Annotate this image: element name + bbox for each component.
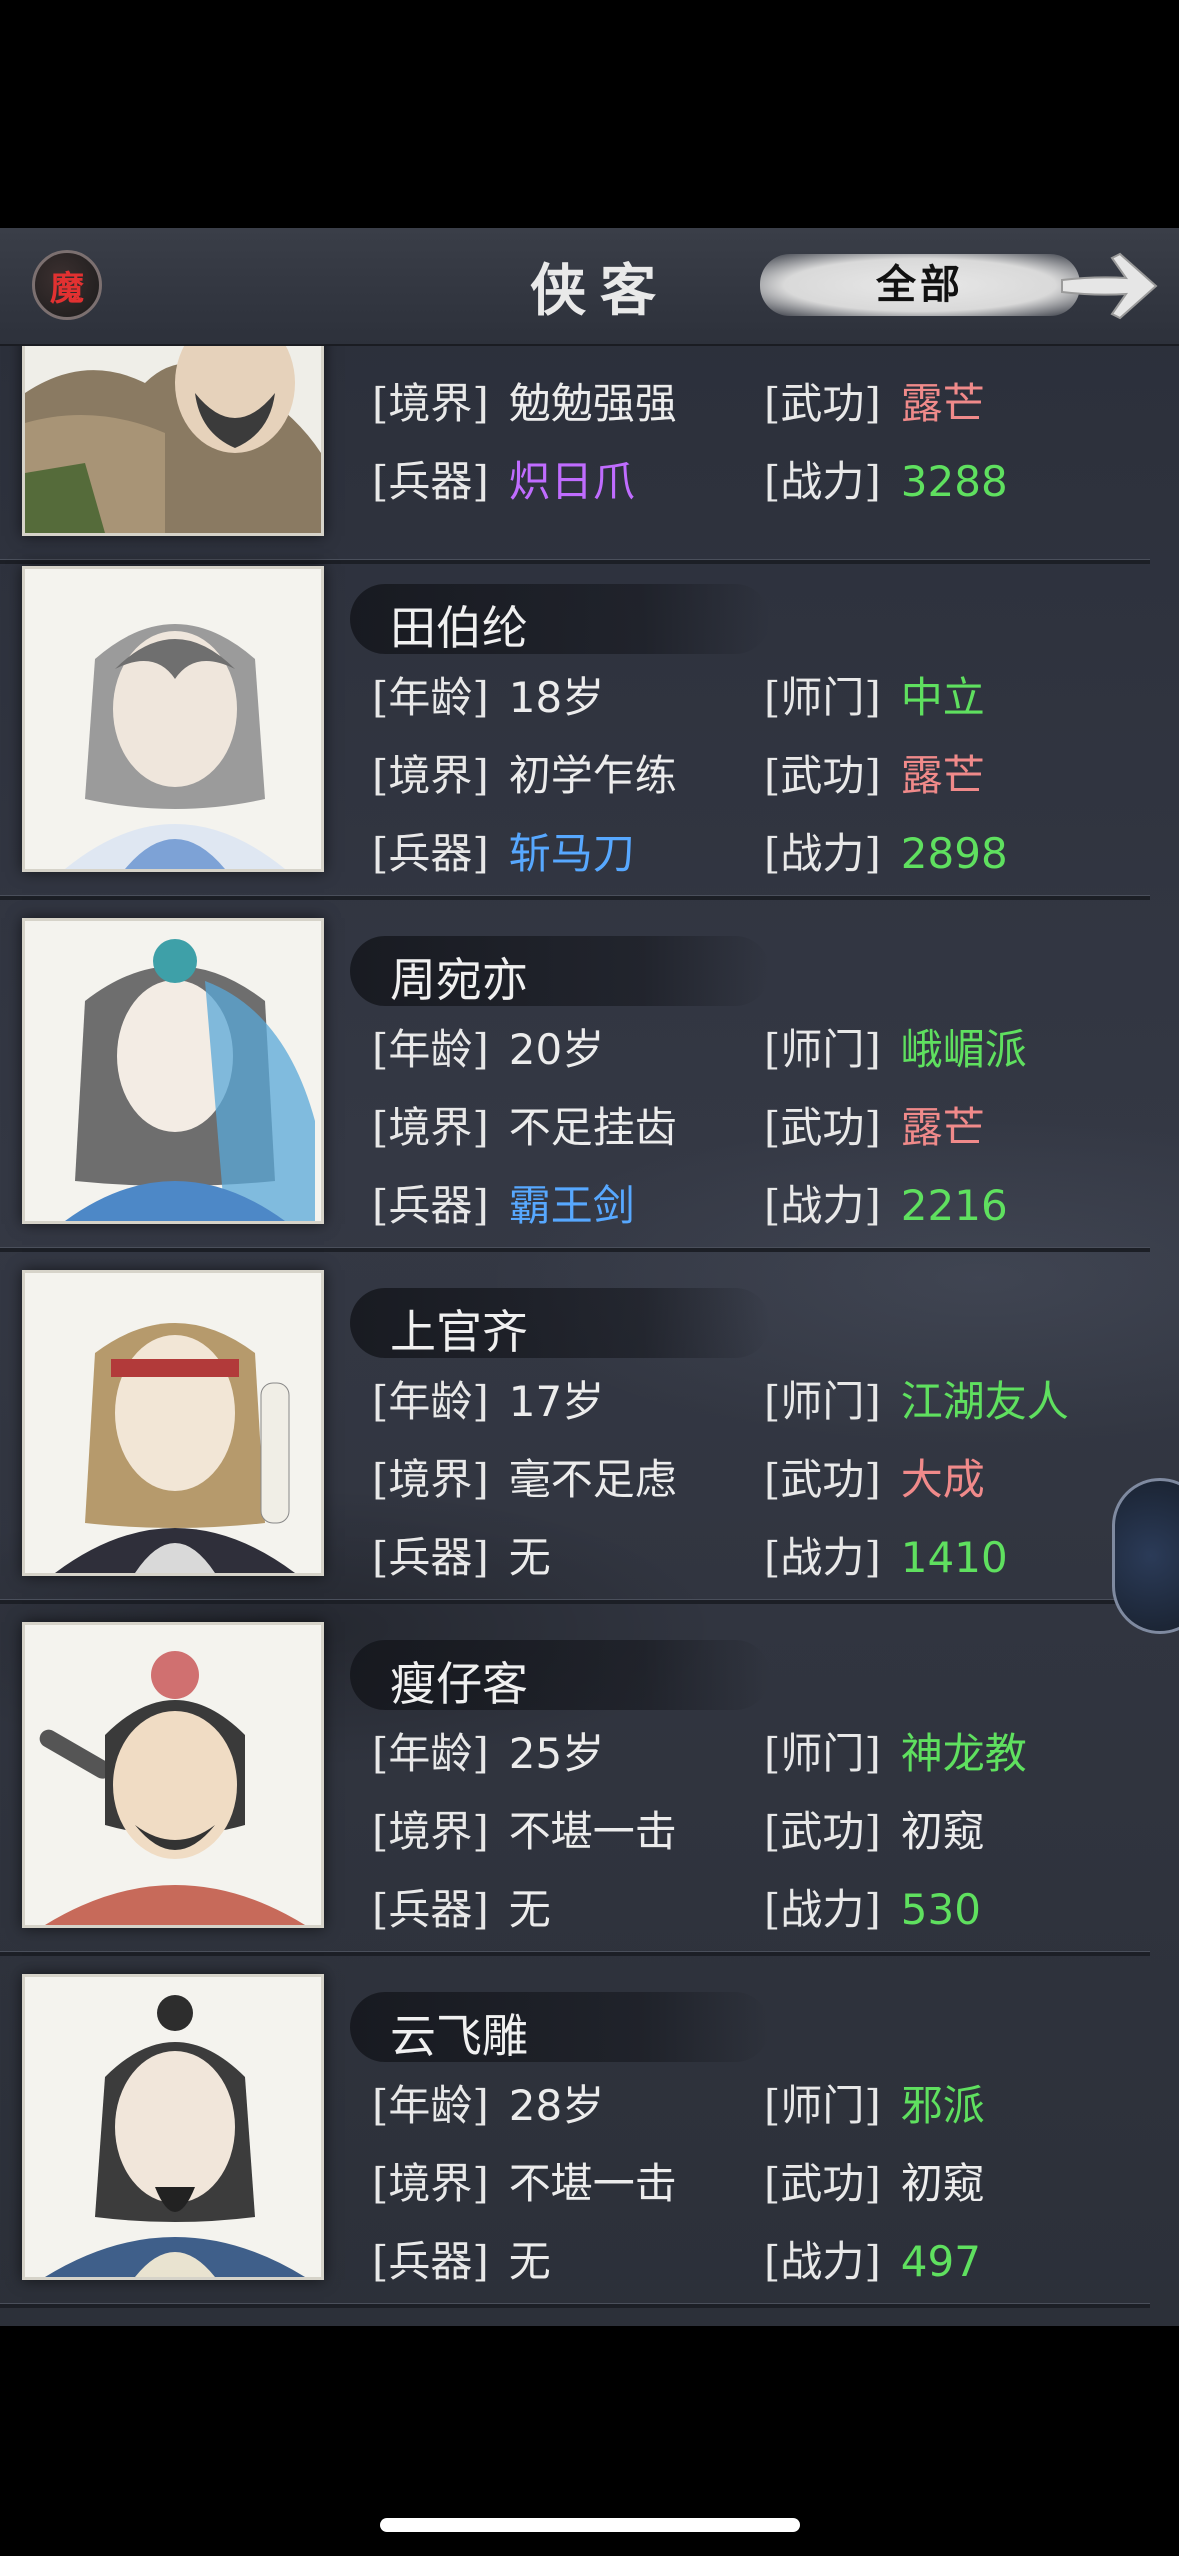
hero-portrait xyxy=(22,566,324,872)
hero-skill-row: [武功] 大成 xyxy=(764,1455,985,1504)
hero-sect-row: [师门] 江湖友人 xyxy=(764,1377,1069,1426)
hero-portrait xyxy=(22,918,324,1224)
mo-badge-icon[interactable]: 魔 xyxy=(32,250,102,320)
hero-sect-row: [师门] 神龙教 xyxy=(764,1729,1027,1778)
hero-weapon-row: [兵器] 炽日爪 xyxy=(372,457,635,506)
hero-skill-row: [武功] 露芒 xyxy=(764,1103,985,1152)
hero-power-row: [战力] 2216 xyxy=(764,1181,1008,1230)
hero-skill-row: [武功] 露芒 xyxy=(764,379,985,428)
hero-card[interactable]: 周宛亦 [年龄] 20岁 [师门] 峨嵋派 [境界] 不足挂齿 [武功] 露芒 [兵器]… xyxy=(0,900,1150,1252)
hero-name: 上官齐 xyxy=(390,1305,528,1359)
hero-skill-row: [武功] 露芒 xyxy=(764,751,985,800)
hero-sect-row: [师门] 中立 xyxy=(764,673,985,722)
hero-portrait xyxy=(22,1622,324,1928)
hero-age-row: [年龄] 18岁 xyxy=(372,673,605,722)
hero-card[interactable]: 瘦仔客 [年龄] 25岁 [师门] 神龙教 [境界] 不堪一击 [武功] 初窥 [兵器]… xyxy=(0,1604,1150,1956)
hero-card[interactable]: 田伯纶 [年龄] 18岁 [师门] 中立 [境界] 初学乍练 [武功] 露芒 [兵器] 斩… xyxy=(0,548,1150,900)
side-menu-tab[interactable] xyxy=(1112,1478,1179,1634)
hero-age-row: [年龄] 28岁 xyxy=(372,2081,605,2130)
hero-realm-row: [境界] 初学乍练 xyxy=(372,751,677,800)
hero-power-row: [战力] 1410 xyxy=(764,1533,1008,1582)
hero-skill-row: [武功] 初窥 xyxy=(764,2159,985,2208)
hero-sect-row: [师门] 邪派 xyxy=(764,2081,985,2130)
hero-age-row: [年龄] 20岁 xyxy=(372,1025,605,1074)
hero-realm-row: [境界] 毫不足虑 xyxy=(372,1455,677,1504)
hero-age-row: [年龄] 17岁 xyxy=(372,1377,605,1426)
hero-realm-row: [境界] 不足挂齿 xyxy=(372,1103,677,1152)
hero-name: 云飞雕 xyxy=(390,2009,528,2063)
filter-all-button[interactable]: 全部 xyxy=(760,254,1080,316)
hero-realm-row: [境界] 勉勉强强 xyxy=(372,379,677,428)
hero-power-row: [战力] 497 xyxy=(764,2237,981,2286)
home-indicator[interactable] xyxy=(380,2518,800,2532)
hero-weapon-row: [兵器] 霸王剑 xyxy=(372,1181,635,1230)
arrow-right-icon[interactable] xyxy=(1056,248,1160,324)
hero-card[interactable]: 云飞雕 [年龄] 28岁 [师门] 邪派 [境界] 不堪一击 [武功] 初窥 [兵器] 无… xyxy=(0,1956,1150,2308)
hero-weapon-row: [兵器] 无 xyxy=(372,2237,551,2286)
hero-portrait xyxy=(22,1270,324,1576)
hero-portrait xyxy=(22,1974,324,2280)
hero-weapon-row: [兵器] 斩马刀 xyxy=(372,829,635,878)
hero-realm-row: [境界] 不堪一击 xyxy=(372,2159,677,2208)
hero-power-row: [战力] 2898 xyxy=(764,829,1008,878)
hero-power-row: [战力] 530 xyxy=(764,1885,981,1934)
hero-skill-row: [武功] 初窥 xyxy=(764,1807,985,1856)
hero-power-row: [战力] 3288 xyxy=(764,457,1008,506)
hero-name: 田伯纶 xyxy=(390,601,528,655)
top-bar: 魔 侠客 全部 xyxy=(0,228,1179,346)
hero-name: 周宛亦 xyxy=(390,953,528,1007)
hero-realm-row: [境界] 不堪一击 xyxy=(372,1807,677,1856)
hero-sect-row: [师门] 峨嵋派 xyxy=(764,1025,1027,1074)
hero-age-row: [年龄] 25岁 xyxy=(372,1729,605,1778)
hero-name: 瘦仔客 xyxy=(390,1657,528,1711)
hero-weapon-row: [兵器] 无 xyxy=(372,1885,551,1934)
page-title: 侠客 xyxy=(530,258,670,324)
hero-card[interactable]: 上官齐 [年龄] 17岁 [师门] 江湖友人 [境界] 毫不足虑 [武功] 大成 [兵器… xyxy=(0,1252,1150,1604)
hero-weapon-row: [兵器] 无 xyxy=(372,1533,551,1582)
